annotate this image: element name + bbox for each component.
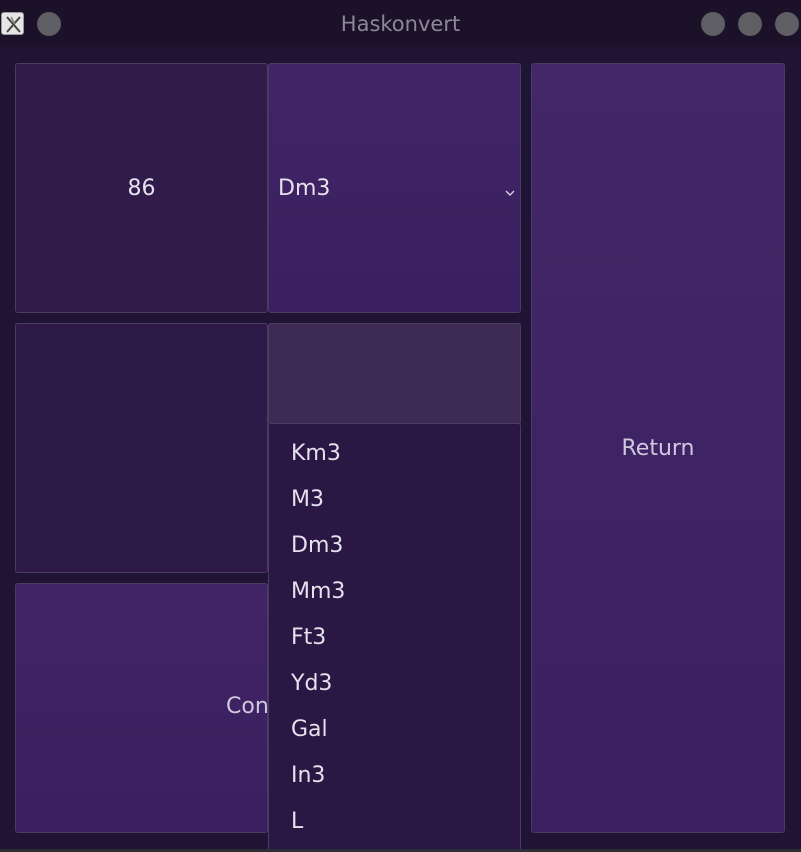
convert-button[interactable]: Convert bbox=[15, 583, 313, 833]
dropdown-item-in3[interactable]: In3 bbox=[291, 762, 325, 790]
return-button[interactable]: Return bbox=[531, 63, 785, 833]
dropdown-item-mm3[interactable]: Mm3 bbox=[291, 578, 345, 606]
maximize-button[interactable] bbox=[738, 12, 762, 36]
input-value-field[interactable]: 86 bbox=[15, 63, 268, 313]
result-display bbox=[15, 323, 268, 573]
input-value-text: 86 bbox=[127, 175, 156, 201]
app-window: Haskonvert 86 Dm3 Convert Return Km3 M3 … bbox=[0, 0, 801, 852]
unit-dropdown-list[interactable]: Km3 M3 Dm3 Mm3 Ft3 Yd3 Gal In3 L bbox=[268, 423, 521, 851]
dropdown-item-yd3[interactable]: Yd3 bbox=[291, 670, 332, 698]
minimize-button[interactable] bbox=[701, 12, 725, 36]
dropdown-item-l[interactable]: L bbox=[291, 808, 303, 836]
title-bar[interactable]: Haskonvert bbox=[0, 0, 801, 47]
from-unit-label: Dm3 bbox=[278, 176, 331, 201]
dropdown-item-ft3[interactable]: Ft3 bbox=[291, 624, 326, 652]
to-unit-select[interactable] bbox=[268, 323, 521, 425]
dropdown-item-m3[interactable]: M3 bbox=[291, 486, 324, 514]
dropdown-item-km3[interactable]: Km3 bbox=[291, 440, 341, 468]
from-unit-select[interactable]: Dm3 bbox=[268, 63, 521, 313]
window-title: Haskonvert bbox=[340, 12, 461, 36]
chevron-down-icon bbox=[504, 180, 516, 205]
dropdown-item-dm3[interactable]: Dm3 bbox=[291, 532, 343, 560]
dropdown-item-gal[interactable]: Gal bbox=[291, 716, 328, 744]
return-button-label: Return bbox=[621, 435, 695, 461]
close-button[interactable] bbox=[775, 12, 799, 36]
